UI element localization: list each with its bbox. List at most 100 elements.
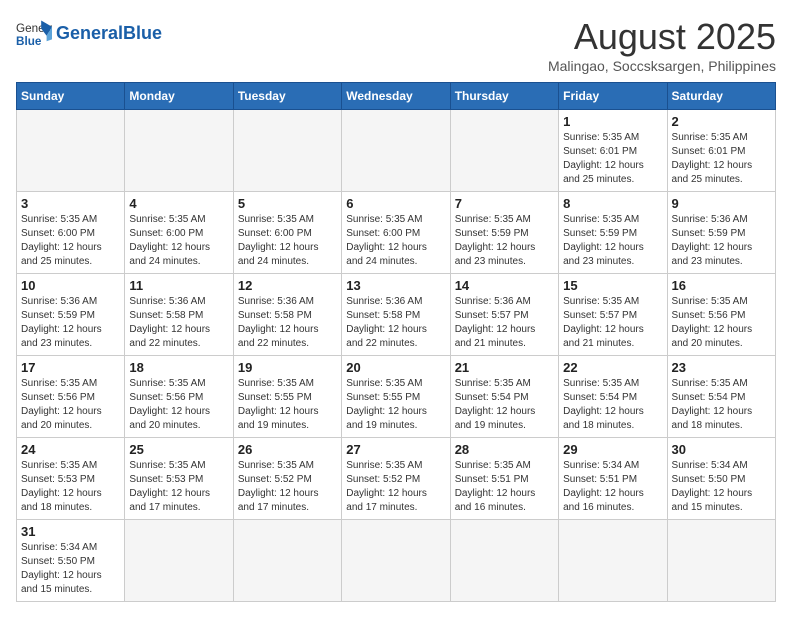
week-row-4: 24 Sunrise: 5:35 AM Sunset: 5:53 PM Dayli…	[17, 438, 776, 520]
day-info: Sunrise: 5:35 AM Sunset: 5:57 PM Dayligh…	[563, 295, 662, 351]
svg-text:Blue: Blue	[16, 35, 42, 48]
week-row-1: 3 Sunrise: 5:35 AM Sunset: 6:00 PM Daylig…	[17, 192, 776, 274]
day-info: Sunrise: 5:36 AM Sunset: 5:57 PM Dayligh…	[455, 295, 554, 351]
calendar-cell: 7Sunrise: 5:35 AM Sunset: 5:59 PM Daylig…	[450, 192, 558, 274]
day-info: Sunrise: 5:35 AM Sunset: 5:53 PM Dayligh…	[21, 459, 120, 515]
day-info: Sunrise: 5:35 AM Sunset: 6:00 PM Dayligh…	[238, 213, 337, 269]
title-area: August 2025 Malingao, Soccsksargen, Phil…	[548, 16, 776, 74]
calendar-cell: 5 Sunrise: 5:35 AM Sunset: 6:00 PM Daylig…	[233, 192, 341, 274]
calendar-cell	[125, 110, 233, 192]
calendar-cell: 17 Sunrise: 5:35 AM Sunset: 5:56 PM Dayli…	[17, 356, 125, 438]
day-of-week-wednesday: Wednesday	[342, 83, 450, 110]
day-info: Sunrise: 5:34 AM Sunset: 5:50 PM Dayligh…	[21, 541, 120, 597]
calendar-cell: 20Sunrise: 5:35 AM Sunset: 5:55 PM Dayli…	[342, 356, 450, 438]
day-number: 20	[346, 360, 445, 375]
day-info: Sunrise: 5:35 AM Sunset: 6:00 PM Dayligh…	[346, 213, 445, 269]
day-info: Sunrise: 5:35 AM Sunset: 5:53 PM Dayligh…	[129, 459, 228, 515]
day-info: Sunrise: 5:35 AM Sunset: 5:55 PM Dayligh…	[238, 377, 337, 433]
day-info: Sunrise: 5:35 AM Sunset: 5:52 PM Dayligh…	[238, 459, 337, 515]
calendar-cell: 18 Sunrise: 5:35 AM Sunset: 5:56 PM Dayli…	[125, 356, 233, 438]
calendar-cell	[233, 520, 341, 602]
day-info: Sunrise: 5:36 AM Sunset: 5:58 PM Dayligh…	[346, 295, 445, 351]
day-info: Sunrise: 5:35 AM Sunset: 5:59 PM Dayligh…	[455, 213, 554, 269]
calendar-cell: 9Sunrise: 5:36 AM Sunset: 5:59 PM Daylig…	[667, 192, 775, 274]
day-number: 10	[21, 278, 120, 293]
day-number: 4	[129, 196, 228, 211]
day-info: Sunrise: 5:36 AM Sunset: 5:58 PM Dayligh…	[129, 295, 228, 351]
day-of-week-tuesday: Tuesday	[233, 83, 341, 110]
day-of-week-thursday: Thursday	[450, 83, 558, 110]
calendar-cell: 6 Sunrise: 5:35 AM Sunset: 6:00 PM Daylig…	[342, 192, 450, 274]
day-info: Sunrise: 5:35 AM Sunset: 6:00 PM Dayligh…	[129, 213, 228, 269]
day-number: 11	[129, 278, 228, 293]
week-row-2: 10 Sunrise: 5:36 AM Sunset: 5:59 PM Dayli…	[17, 274, 776, 356]
calendar-cell: 15 Sunrise: 5:35 AM Sunset: 5:57 PM Dayli…	[559, 274, 667, 356]
day-number: 21	[455, 360, 554, 375]
day-number: 28	[455, 442, 554, 457]
calendar-cell: 11 Sunrise: 5:36 AM Sunset: 5:58 PM Dayli…	[125, 274, 233, 356]
month-title: August 2025	[548, 16, 776, 58]
day-info: Sunrise: 5:35 AM Sunset: 5:59 PM Dayligh…	[563, 213, 662, 269]
day-number: 3	[21, 196, 120, 211]
calendar-cell: 28Sunrise: 5:35 AM Sunset: 5:51 PM Dayli…	[450, 438, 558, 520]
day-number: 13	[346, 278, 445, 293]
calendar-cell: 14Sunrise: 5:36 AM Sunset: 5:57 PM Dayli…	[450, 274, 558, 356]
day-number: 22	[563, 360, 662, 375]
day-number: 8	[563, 196, 662, 211]
day-number: 15	[563, 278, 662, 293]
calendar-cell: 24 Sunrise: 5:35 AM Sunset: 5:53 PM Dayli…	[17, 438, 125, 520]
day-info: Sunrise: 5:35 AM Sunset: 5:54 PM Dayligh…	[672, 377, 771, 433]
calendar-cell	[667, 520, 775, 602]
day-number: 6	[346, 196, 445, 211]
day-number: 31	[21, 524, 120, 539]
calendar-cell	[559, 520, 667, 602]
calendar: SundayMondayTuesdayWednesdayThursdayFrid…	[16, 82, 776, 602]
day-number: 16	[672, 278, 771, 293]
day-number: 19	[238, 360, 337, 375]
location: Malingao, Soccsksargen, Philippines	[548, 58, 776, 74]
day-number: 18	[129, 360, 228, 375]
day-info: Sunrise: 5:35 AM Sunset: 5:54 PM Dayligh…	[563, 377, 662, 433]
calendar-cell	[450, 110, 558, 192]
calendar-cell: 16 Sunrise: 5:35 AM Sunset: 5:56 PM Dayli…	[667, 274, 775, 356]
header: General Blue GeneralBlue August 2025 Mal…	[16, 16, 776, 74]
calendar-cell: 21Sunrise: 5:35 AM Sunset: 5:54 PM Dayli…	[450, 356, 558, 438]
day-info: Sunrise: 5:35 AM Sunset: 6:01 PM Dayligh…	[563, 131, 662, 187]
day-number: 24	[21, 442, 120, 457]
calendar-cell: 13 Sunrise: 5:36 AM Sunset: 5:58 PM Dayli…	[342, 274, 450, 356]
calendar-cell: 4 Sunrise: 5:35 AM Sunset: 6:00 PM Daylig…	[125, 192, 233, 274]
calendar-header-row: SundayMondayTuesdayWednesdayThursdayFrid…	[17, 83, 776, 110]
logo-text: GeneralBlue	[56, 24, 162, 44]
day-number: 1	[563, 114, 662, 129]
day-info: Sunrise: 5:36 AM Sunset: 5:58 PM Dayligh…	[238, 295, 337, 351]
day-of-week-saturday: Saturday	[667, 83, 775, 110]
day-number: 29	[563, 442, 662, 457]
calendar-cell	[233, 110, 341, 192]
calendar-cell: 26 Sunrise: 5:35 AM Sunset: 5:52 PM Dayli…	[233, 438, 341, 520]
day-number: 5	[238, 196, 337, 211]
day-info: Sunrise: 5:36 AM Sunset: 5:59 PM Dayligh…	[672, 213, 771, 269]
day-number: 17	[21, 360, 120, 375]
day-info: Sunrise: 5:35 AM Sunset: 5:56 PM Dayligh…	[21, 377, 120, 433]
day-of-week-friday: Friday	[559, 83, 667, 110]
day-info: Sunrise: 5:35 AM Sunset: 5:56 PM Dayligh…	[672, 295, 771, 351]
day-number: 27	[346, 442, 445, 457]
calendar-cell: 23 Sunrise: 5:35 AM Sunset: 5:54 PM Dayli…	[667, 356, 775, 438]
day-number: 12	[238, 278, 337, 293]
calendar-cell: 22 Sunrise: 5:35 AM Sunset: 5:54 PM Dayli…	[559, 356, 667, 438]
day-info: Sunrise: 5:35 AM Sunset: 6:01 PM Dayligh…	[672, 131, 771, 187]
day-info: Sunrise: 5:35 AM Sunset: 6:00 PM Dayligh…	[21, 213, 120, 269]
day-number: 23	[672, 360, 771, 375]
calendar-cell: 19 Sunrise: 5:35 AM Sunset: 5:55 PM Dayli…	[233, 356, 341, 438]
day-info: Sunrise: 5:36 AM Sunset: 5:59 PM Dayligh…	[21, 295, 120, 351]
calendar-cell	[450, 520, 558, 602]
day-info: Sunrise: 5:35 AM Sunset: 5:52 PM Dayligh…	[346, 459, 445, 515]
calendar-cell: 29Sunrise: 5:34 AM Sunset: 5:51 PM Dayli…	[559, 438, 667, 520]
calendar-cell	[125, 520, 233, 602]
calendar-cell: 27 Sunrise: 5:35 AM Sunset: 5:52 PM Dayli…	[342, 438, 450, 520]
day-number: 26	[238, 442, 337, 457]
week-row-5: 31 Sunrise: 5:34 AM Sunset: 5:50 PM Dayli…	[17, 520, 776, 602]
day-info: Sunrise: 5:35 AM Sunset: 5:56 PM Dayligh…	[129, 377, 228, 433]
day-number: 30	[672, 442, 771, 457]
day-info: Sunrise: 5:34 AM Sunset: 5:50 PM Dayligh…	[672, 459, 771, 515]
